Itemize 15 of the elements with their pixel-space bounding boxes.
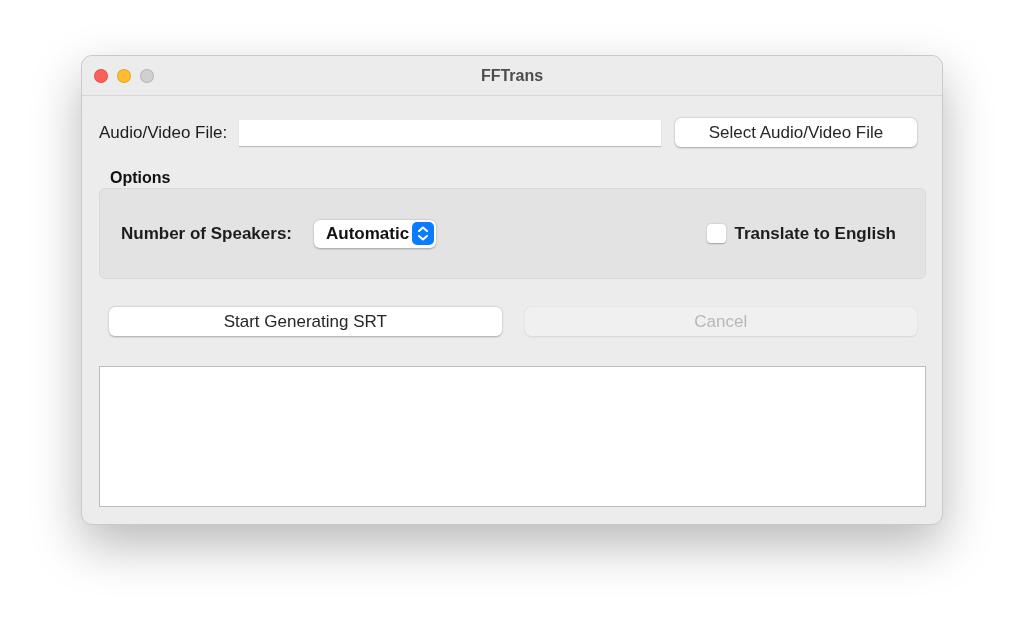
minimize-button[interactable] [117, 68, 131, 83]
translate-label[interactable]: Translate to English [734, 223, 896, 244]
output-text-area[interactable] [99, 366, 926, 507]
zoom-button[interactable] [140, 68, 154, 83]
translate-checkbox[interactable] [707, 224, 727, 243]
close-button[interactable] [94, 68, 108, 83]
file-label: Audio/Video File: [99, 122, 228, 143]
select-file-button[interactable]: Select Audio/Video File [675, 118, 917, 147]
file-path-field[interactable] [239, 119, 661, 146]
window-title: FFTrans [480, 66, 544, 85]
start-button[interactable]: Start Generating SRT [109, 307, 502, 336]
speakers-label: Number of Speakers: [121, 223, 292, 244]
options-heading: Options [110, 169, 172, 187]
speakers-dropdown[interactable]: Automatic [314, 219, 437, 248]
stepper-icon [412, 222, 435, 245]
